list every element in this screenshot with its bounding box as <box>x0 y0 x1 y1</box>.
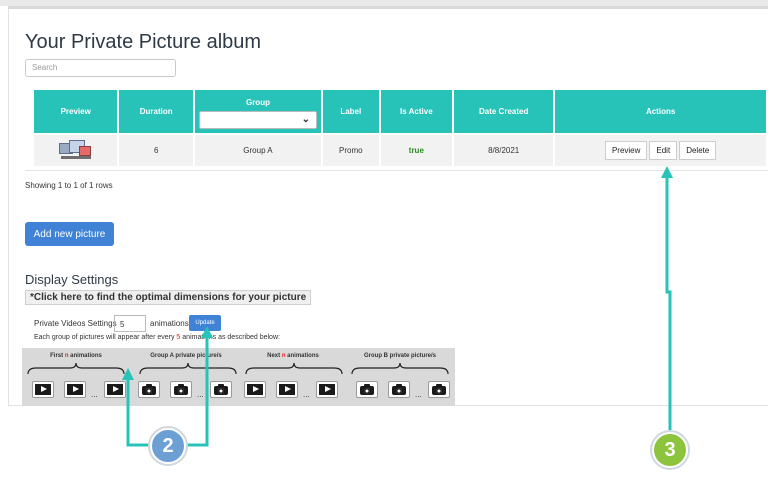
camera-icon <box>210 381 232 398</box>
panel-shadow <box>8 6 768 9</box>
action-buttons: Preview Edit Delete <box>604 141 717 160</box>
animations-count-input[interactable]: 5 <box>114 315 146 332</box>
ellipsis: ... <box>415 390 422 399</box>
description-value: 5 <box>176 334 181 341</box>
camera-icon <box>356 381 378 398</box>
table-divider <box>25 170 768 171</box>
chevron-down-icon: ⌄ <box>301 114 310 125</box>
private-videos-settings-label: Private Videos Settings <box>34 319 117 328</box>
add-new-picture-button[interactable]: Add new picture <box>25 222 114 246</box>
update-button[interactable]: Update <box>189 315 221 331</box>
camera-icon <box>138 381 160 398</box>
display-description: Each group of pictures will appear after… <box>34 334 280 341</box>
diagram-segment-next: Next n animations ... <box>240 348 346 406</box>
description-after: animations as described below: <box>182 334 280 341</box>
actions-cell: Preview Edit Delete <box>555 133 766 166</box>
header-actions: Actions <box>555 90 766 133</box>
diagram-segment-group-a: Group A private picture/s ... <box>134 348 238 406</box>
preview-cell <box>34 133 118 166</box>
animations-label: animations <box>150 319 189 328</box>
page: Your Private Picture album Search Previe… <box>0 0 768 484</box>
brace-icon <box>139 362 237 375</box>
camera-icon <box>428 381 450 398</box>
header-group[interactable]: Group ⌄ <box>194 90 321 133</box>
display-settings-title: Display Settings <box>25 272 119 287</box>
ellipsis: ... <box>303 390 310 399</box>
diagram-segment-group-b: Group B private picture/s ... <box>346 348 454 406</box>
brace-icon <box>27 362 125 375</box>
table-header-row: Preview Duration Group ⌄ Label Is Active… <box>34 90 766 133</box>
group-filter-select[interactable]: ⌄ <box>198 111 317 129</box>
header-duration[interactable]: Duration <box>119 90 193 133</box>
header-label[interactable]: Label <box>322 90 379 133</box>
header-date-created[interactable]: Date Created <box>454 90 554 133</box>
segment-label: Group B private picture/s <box>363 353 436 359</box>
camera-icon <box>170 381 192 398</box>
table-row: 6 Group A Promo true 8/8/2021 Preview Ed… <box>34 133 766 166</box>
edit-button[interactable]: Edit <box>649 141 678 160</box>
delete-button[interactable]: Delete <box>679 141 717 160</box>
callout-badge-2: 2 <box>150 428 186 464</box>
ellipsis: ... <box>91 390 98 399</box>
camera-icon <box>388 381 410 398</box>
pictures-table: Preview Duration Group ⌄ Label Is Active… <box>32 90 768 166</box>
label-cell: Promo <box>322 133 379 166</box>
pagination-info: Showing 1 to 1 of 1 rows <box>25 181 113 190</box>
play-icon <box>316 381 338 398</box>
picture-thumbnail[interactable] <box>58 139 93 160</box>
duration-cell: 6 <box>119 133 193 166</box>
ellipsis: ... <box>197 390 204 399</box>
brace-icon <box>351 362 449 375</box>
play-icon <box>104 381 126 398</box>
optimal-dimensions-link[interactable]: *Click here to find the optimal dimensio… <box>25 290 312 305</box>
header-group-label: Group <box>245 98 270 107</box>
group-cell: Group A <box>194 133 321 166</box>
segment-label: Group A private picture/s <box>150 353 222 359</box>
preview-button[interactable]: Preview <box>604 141 648 160</box>
page-title: Your Private Picture album <box>25 31 262 53</box>
play-icon <box>32 381 54 398</box>
play-icon <box>244 381 266 398</box>
search-input[interactable]: Search <box>25 59 176 77</box>
description-before: Each group of pictures will appear after… <box>34 334 175 341</box>
header-is-active[interactable]: Is Active <box>380 90 453 133</box>
diagram-segment-first: First n animations ... <box>22 348 130 406</box>
brace-icon <box>245 362 343 375</box>
segment-label: Next n animations <box>267 353 319 359</box>
date-created-cell: 8/8/2021 <box>454 133 554 166</box>
animation-sequence-diagram: First n animations ... Group A private p… <box>22 348 455 406</box>
play-icon <box>64 381 86 398</box>
play-icon <box>276 381 298 398</box>
header-preview[interactable]: Preview <box>34 90 118 133</box>
callout-badge-3: 3 <box>652 432 688 468</box>
is-active-cell: true <box>380 133 453 166</box>
segment-label: First n animations <box>50 353 102 359</box>
